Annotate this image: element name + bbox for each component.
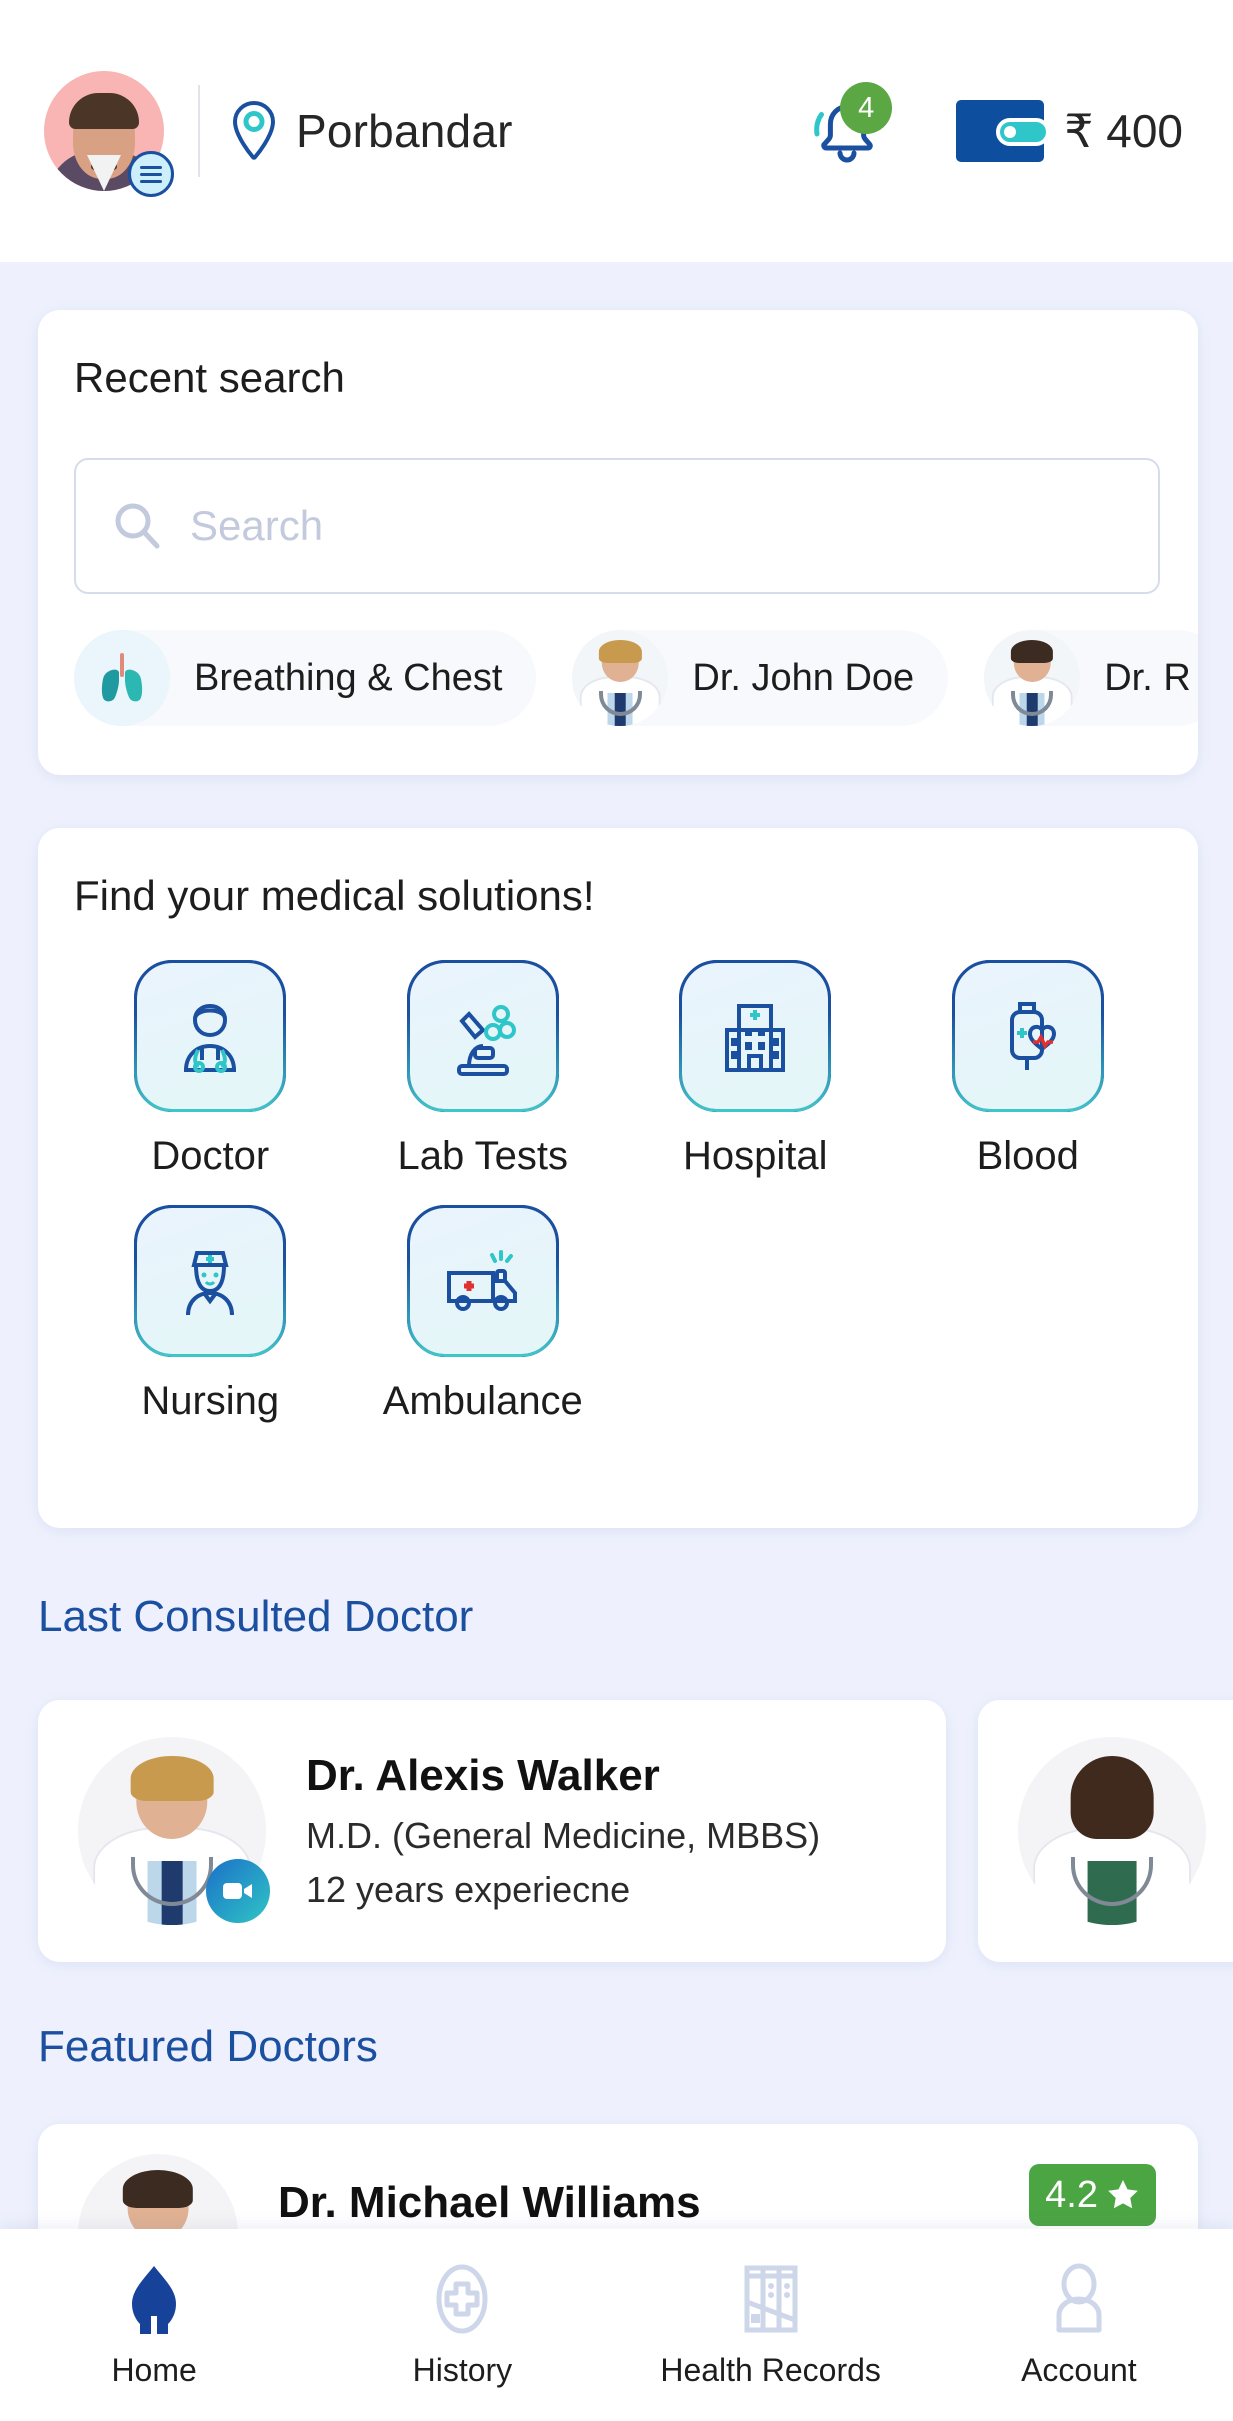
- current-city-label: Porbandar: [296, 105, 513, 157]
- doctor-details: Dr. Alexis Walker M.D. (General Medicine…: [306, 1751, 820, 1911]
- doctor-experience: 12 years experiecne: [306, 1869, 631, 1910]
- nav-label: History: [412, 2351, 513, 2388]
- search-icon: [115, 503, 160, 549]
- account-person-icon: [1056, 2263, 1102, 2332]
- star-icon: [1108, 2180, 1138, 2209]
- hospital-icon: [679, 960, 832, 1112]
- solution-label: Blood: [976, 1134, 1079, 1178]
- recent-chip-dr-r[interactable]: Dr. R: [984, 630, 1198, 726]
- nav-item-account[interactable]: Account: [925, 2262, 1233, 2389]
- medical-solutions-grid: Doctor Lab Tests Hospital Blood Nursing …: [74, 960, 1164, 1424]
- solution-item-blood[interactable]: Blood: [892, 960, 1165, 1179]
- last-consulted-heading: Last Consulted Doctor: [38, 1592, 474, 1641]
- bottom-navigation: Home History Health Records Account: [0, 2229, 1233, 2421]
- chip-label: Breathing & Chest: [194, 656, 503, 699]
- wallet-balance-label: ₹ 400: [1064, 105, 1183, 157]
- solution-item-hospital[interactable]: Hospital: [619, 960, 892, 1179]
- doctor-photo: [572, 630, 669, 726]
- solution-item-ambulance[interactable]: Ambulance: [347, 1205, 620, 1424]
- nav-label: Account: [1021, 2351, 1137, 2388]
- recent-chip-breathing-chest[interactable]: Breathing & Chest: [74, 630, 537, 726]
- notification-count-badge: 4: [840, 82, 893, 134]
- recent-search-title: Recent search: [74, 354, 345, 401]
- wallet-icon: [956, 100, 1047, 162]
- nav-item-health-records[interactable]: Health Records: [617, 2262, 925, 2389]
- last-consulted-doctor-card[interactable]: [978, 1700, 1233, 1962]
- solution-label: Ambulance: [382, 1379, 583, 1423]
- solution-item-nursing[interactable]: Nursing: [74, 1205, 347, 1424]
- doctor-avatar: [1018, 1737, 1206, 1925]
- chip-label: Dr. John Doe: [692, 656, 915, 699]
- wallet-button[interactable]: ₹ 400: [954, 96, 1183, 166]
- recent-chip-dr-john-doe[interactable]: Dr. John Doe: [572, 630, 949, 726]
- header-divider: [198, 85, 200, 177]
- solution-label: Doctor: [151, 1134, 270, 1178]
- history-cross-icon: [436, 2264, 488, 2333]
- recent-search-card: Recent search Search Breathing & Chest D…: [38, 310, 1198, 775]
- video-call-icon[interactable]: [206, 1859, 270, 1923]
- microscope-icon: [406, 960, 559, 1112]
- nav-item-home[interactable]: Home: [0, 2262, 308, 2389]
- home-icon: [132, 2265, 177, 2334]
- app-header: Porbandar 4 ₹ 400: [0, 0, 1233, 262]
- solution-item-lab-tests[interactable]: Lab Tests: [347, 960, 620, 1179]
- search-placeholder: Search: [190, 502, 324, 549]
- hamburger-menu-icon[interactable]: [128, 151, 174, 197]
- rating-badge: 4.2: [1029, 2164, 1156, 2226]
- doctor-avatar: [78, 1737, 270, 1925]
- avatar[interactable]: [44, 71, 174, 197]
- location-pin-icon: [232, 100, 276, 160]
- search-input[interactable]: Search: [74, 458, 1160, 594]
- nav-item-history[interactable]: History: [308, 2262, 616, 2389]
- medical-solutions-card: Find your medical solutions! Doctor Lab …: [38, 828, 1198, 1528]
- doctor-degree: M.D. (General Medicine, MBBS): [306, 1815, 821, 1856]
- health-records-icon: [744, 2265, 798, 2332]
- solution-item-doctor[interactable]: Doctor: [74, 960, 347, 1179]
- chip-label: Dr. R: [1104, 656, 1191, 699]
- female-doctor-photo: [1018, 1737, 1206, 1925]
- last-consulted-list: Dr. Alexis Walker M.D. (General Medicine…: [38, 1700, 1233, 1962]
- doctor-photo: [984, 630, 1081, 726]
- rating-value: 4.2: [1045, 2173, 1098, 2216]
- solution-label: Lab Tests: [397, 1134, 569, 1178]
- solution-label: Hospital: [682, 1134, 828, 1178]
- blood-bag-heart-icon: [951, 960, 1104, 1112]
- medical-solutions-title: Find your medical solutions!: [74, 872, 595, 919]
- solution-label: Nursing: [141, 1379, 280, 1423]
- ambulance-icon: [406, 1205, 559, 1357]
- featured-doctors-heading: Featured Doctors: [38, 2022, 378, 2071]
- doctor-name: Dr. Michael Williams: [278, 2178, 701, 2227]
- notification-bell-button[interactable]: 4: [804, 82, 893, 176]
- lungs-icon: [74, 630, 170, 726]
- recent-search-chips: Breathing & Chest Dr. John Doe Dr. R: [74, 630, 1198, 726]
- app-screen: Porbandar 4 ₹ 400 Recent search Search B…: [0, 0, 1233, 2421]
- nav-label: Home: [111, 2351, 197, 2388]
- nurse-icon: [134, 1205, 287, 1357]
- last-consulted-doctor-card[interactable]: Dr. Alexis Walker M.D. (General Medicine…: [38, 1700, 946, 1962]
- doctor-icon: [134, 960, 287, 1112]
- nav-label: Health Records: [660, 2351, 881, 2388]
- doctor-name: Dr. Alexis Walker: [306, 1751, 660, 1800]
